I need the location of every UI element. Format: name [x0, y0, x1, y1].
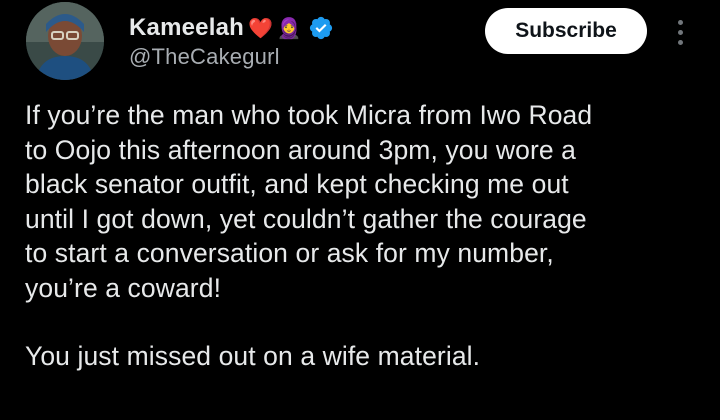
- tweet-text: If you’re the man who took Micra from Iw…: [25, 98, 715, 374]
- author-handle[interactable]: @TheCakegurl: [129, 44, 280, 70]
- tweet-line: until I got down, yet couldn’t gather th…: [25, 203, 587, 234]
- author-name-row: Kameelah ❤️ 🧕: [129, 11, 334, 45]
- tweet-line: to start a conversation or ask for my nu…: [25, 238, 554, 268]
- more-options-icon[interactable]: [666, 14, 694, 50]
- verified-badge-icon: [308, 15, 334, 41]
- subscribe-button[interactable]: Subscribe: [485, 8, 647, 54]
- woman-headscarf-emoji-icon: 🧕: [276, 16, 302, 40]
- tweet-line: If you’re the man who took Micra from Iw…: [25, 100, 593, 130]
- dot: [677, 39, 683, 45]
- profile-photo-icon: [26, 2, 104, 80]
- display-name[interactable]: Kameelah: [129, 14, 244, 42]
- tweet-line: black senator outfit, and kept checking …: [25, 169, 569, 199]
- heart-emoji-icon: ❤️: [248, 16, 273, 40]
- tweet-line: You just missed out on a wife material.: [25, 341, 481, 371]
- tweet-header: Kameelah ❤️ 🧕 @TheCakegurl Subscribe: [0, 0, 720, 80]
- dot: [677, 19, 683, 25]
- tweet-line: you’re a coward!: [25, 272, 222, 303]
- tweet-line: to Oojo this afternoon around 3pm, you w…: [25, 134, 577, 165]
- avatar[interactable]: [26, 2, 104, 80]
- dot: [677, 29, 683, 35]
